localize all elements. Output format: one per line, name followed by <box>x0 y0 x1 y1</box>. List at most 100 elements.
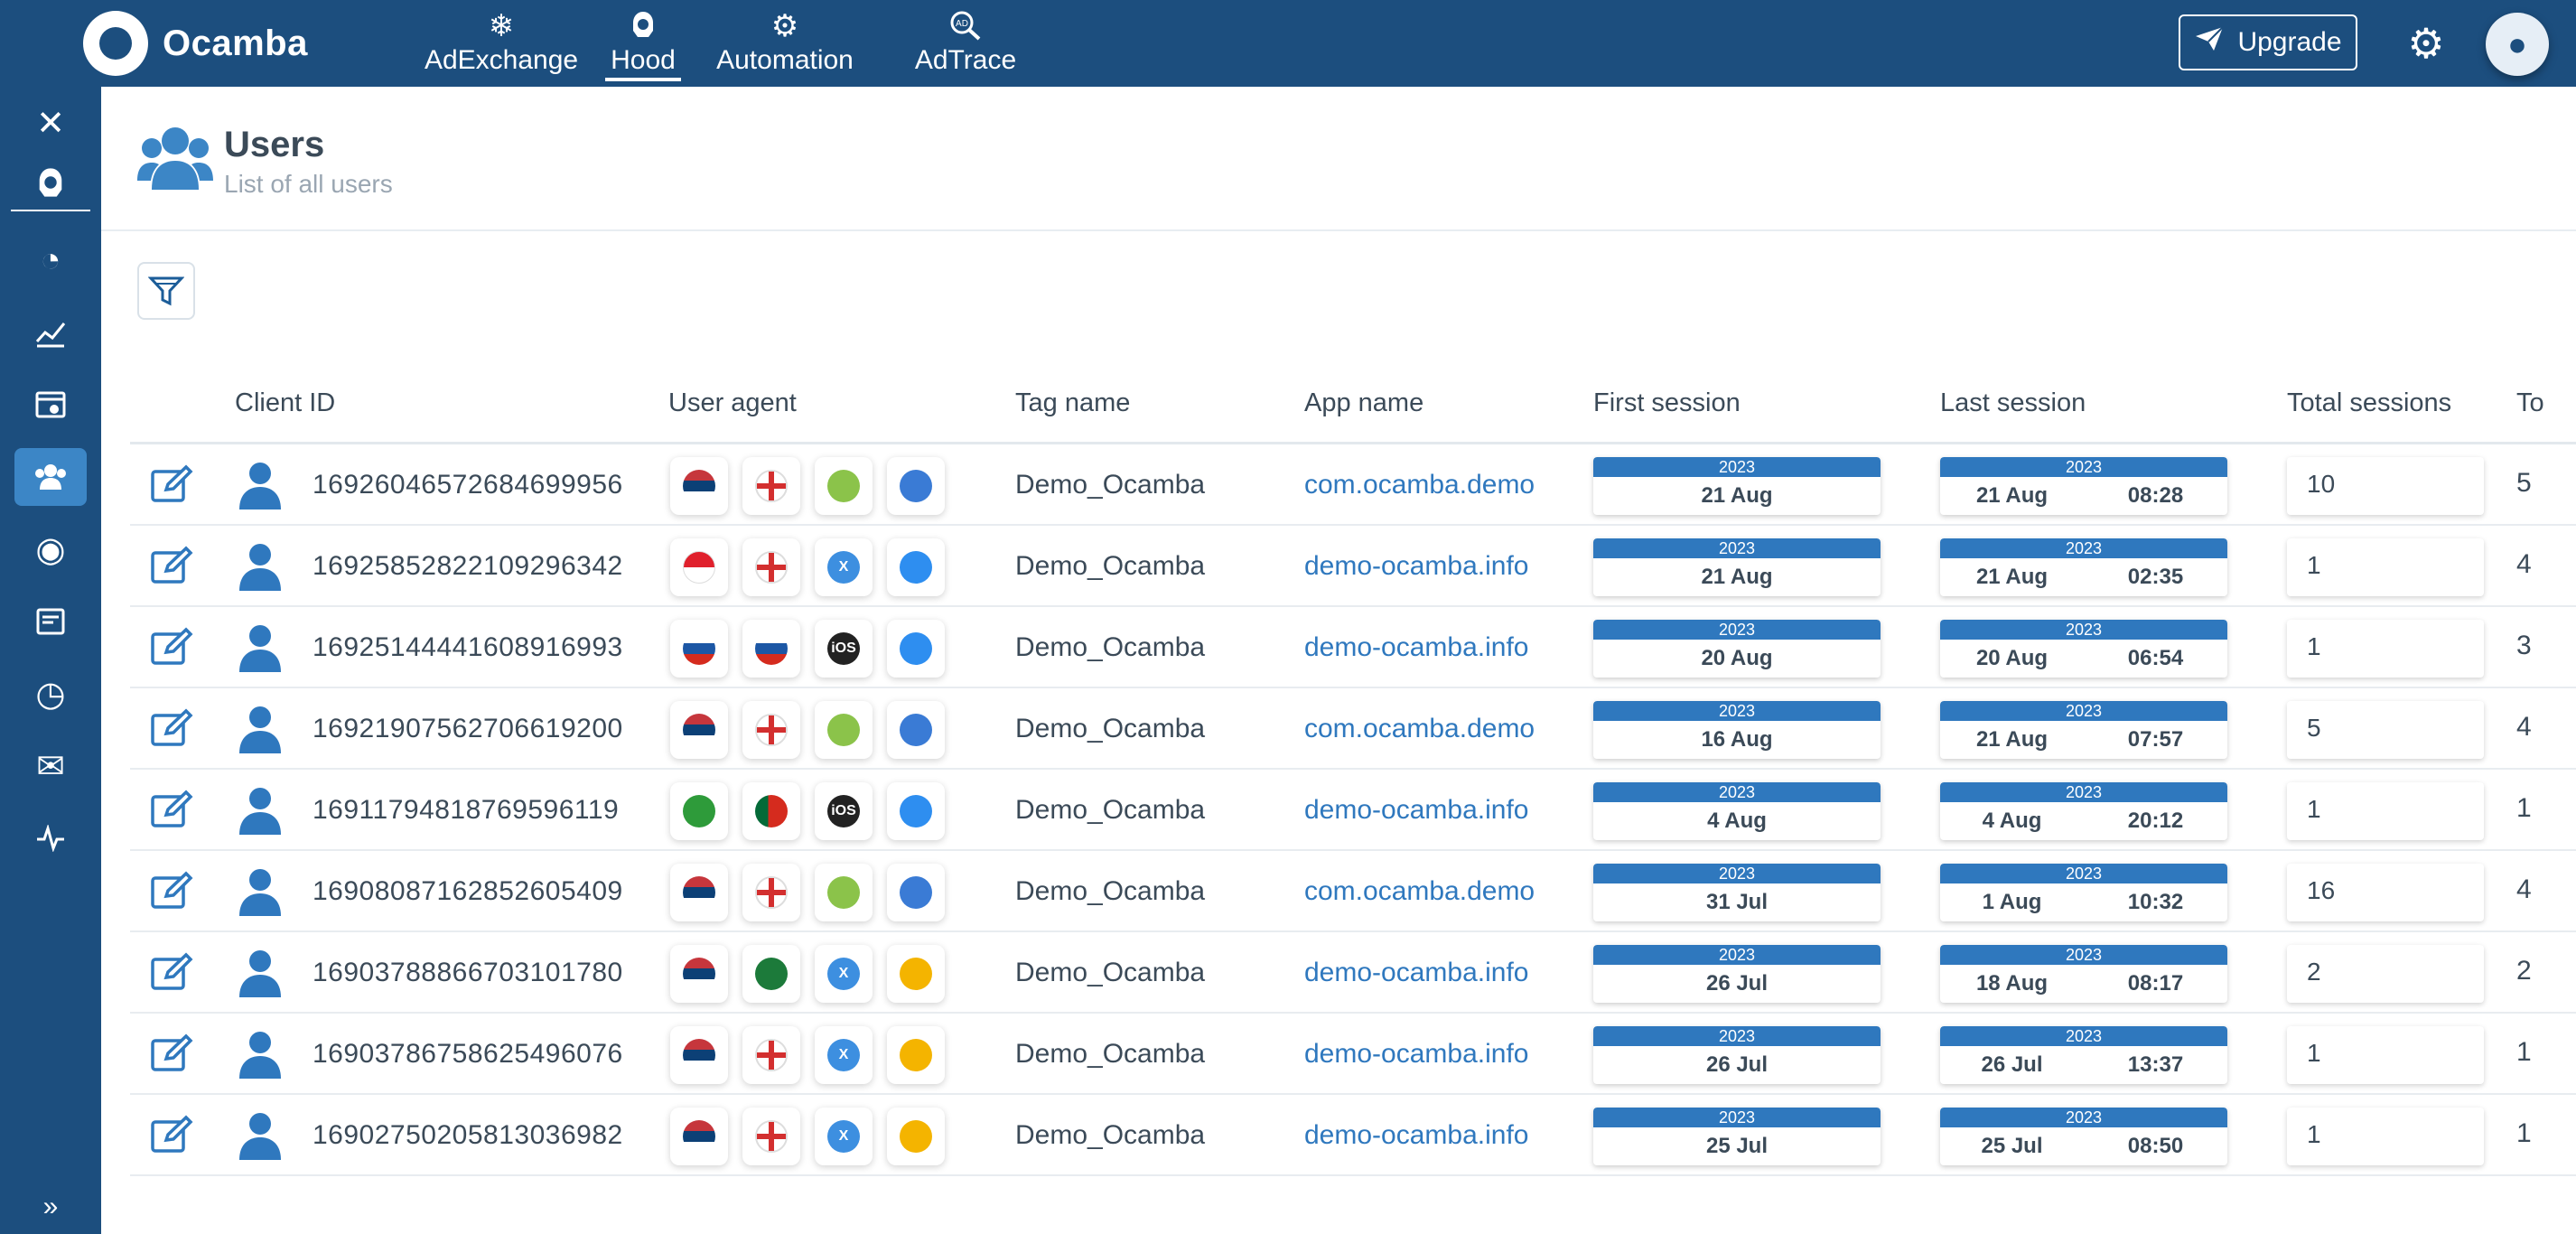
first-session-date: 26 Jul <box>1705 1052 1769 1077</box>
ua-badge <box>755 958 788 990</box>
table-row[interactable]: 16926046572684699956 Demo_Ocamba com.oca… <box>130 444 2576 526</box>
ocamba-logo-icon <box>83 11 148 76</box>
top-nav: ❄ AdExchange Hood ⚙ Automation AD AdTrac… <box>425 5 1042 81</box>
edit-icon[interactable] <box>150 871 193 911</box>
user-avatar[interactable]: ● <box>2486 13 2549 76</box>
last-session: 2023 21 Aug 08:28 <box>1940 457 2227 515</box>
segments-icon[interactable]: ◉ <box>14 520 87 578</box>
web-icon <box>887 701 945 759</box>
mail-icon[interactable]: ✉ <box>14 737 87 795</box>
edit-icon[interactable] <box>150 708 193 748</box>
ua-badge <box>683 551 715 584</box>
col-tag-name[interactable]: Tag name <box>1015 388 1130 418</box>
brand[interactable]: Ocamba <box>83 9 308 78</box>
edit-icon[interactable] <box>150 546 193 585</box>
person-icon <box>237 461 284 509</box>
last-session-time: 08:28 <box>2127 483 2184 508</box>
expand-sidebar-icon[interactable]: » <box>14 1187 87 1227</box>
edit-icon[interactable] <box>150 790 193 829</box>
table-row[interactable]: 16908087162852605409 Demo_Ocamba com.oca… <box>130 851 2576 932</box>
edit-icon[interactable] <box>150 1115 193 1155</box>
table-row[interactable]: 16902750205813036982 X Demo_Ocamba demo-… <box>130 1095 2576 1176</box>
total-sessions: 1 <box>2287 620 2484 678</box>
client-id[interactable]: 16902750205813036982 <box>313 1120 623 1151</box>
en-icon <box>742 457 800 515</box>
edit-icon[interactable] <box>150 1033 193 1073</box>
client-id[interactable]: 16925852822109296342 <box>313 551 623 582</box>
app-name-link[interactable]: com.ocamba.demo <box>1304 876 1535 907</box>
last-session-year: 2023 <box>1940 782 2227 802</box>
last-session-year: 2023 <box>1940 945 2227 965</box>
app-name-link[interactable]: demo-ocamba.info <box>1304 795 1528 826</box>
ua-badge: X <box>827 1039 860 1071</box>
client-id[interactable]: 16921907562706619200 <box>313 714 623 744</box>
tools-icon[interactable]: ✕ <box>14 94 87 152</box>
col-total-sessions[interactable]: Total sessions <box>2287 388 2451 418</box>
upgrade-button[interactable]: Upgrade <box>2179 14 2357 70</box>
edit-icon[interactable] <box>150 952 193 992</box>
hood-icon <box>628 9 658 45</box>
app-name-link[interactable]: demo-ocamba.info <box>1304 551 1528 582</box>
user-agent-icons <box>670 864 945 921</box>
app-name-link[interactable]: com.ocamba.demo <box>1304 470 1535 500</box>
hood-icon[interactable] <box>14 154 87 211</box>
tag-name: Demo_Ocamba <box>1015 470 1206 500</box>
first-session-year: 2023 <box>1593 457 1881 477</box>
table-row[interactable]: 16903788866703101780 X Demo_Ocamba demo-… <box>130 932 2576 1014</box>
table-row[interactable]: 16921907562706619200 Demo_Ocamba com.oca… <box>130 688 2576 770</box>
total-sessions: 1 <box>2287 1026 2484 1084</box>
nav-adexchange[interactable]: ❄ AdExchange <box>425 5 578 81</box>
last-session-date: 1 Aug <box>1982 890 2042 914</box>
analytics-icon[interactable] <box>14 304 87 361</box>
ua-badge <box>827 876 860 909</box>
col-app-name[interactable]: App name <box>1304 388 1423 418</box>
col-first-session[interactable]: First session <box>1593 388 1741 418</box>
table-row[interactable]: 16925144441608916993 iOS Demo_Ocamba dem… <box>130 607 2576 688</box>
app-settings-icon[interactable] <box>14 376 87 434</box>
edit-icon[interactable] <box>150 464 193 504</box>
client-id[interactable]: 16926046572684699956 <box>313 470 623 500</box>
col-last-session[interactable]: Last session <box>1940 388 2086 418</box>
client-id[interactable]: 16911794818769596119 <box>313 795 619 826</box>
nav-adtrace[interactable]: AD AdTrace <box>889 5 1042 81</box>
client-id[interactable]: 16903788866703101780 <box>313 958 623 988</box>
table-row[interactable]: 16911794818769596119 iOS Demo_Ocamba dem… <box>130 770 2576 851</box>
app-name-link[interactable]: demo-ocamba.info <box>1304 1120 1528 1151</box>
table-row[interactable]: 16903786758625496076 X Demo_Ocamba demo-… <box>130 1014 2576 1095</box>
schedule-icon[interactable]: ◷ <box>14 665 87 723</box>
ua-badge <box>755 714 788 746</box>
client-id[interactable]: 16903786758625496076 <box>313 1039 623 1070</box>
page-header: Users List of all users <box>101 87 2576 231</box>
user-agent-icons: X <box>670 538 945 596</box>
dashboard-icon[interactable]: ◔ <box>14 231 87 289</box>
gear-icon[interactable]: ⚙ <box>2401 18 2451 69</box>
app-name-link[interactable]: demo-ocamba.info <box>1304 958 1528 988</box>
ua-badge <box>827 714 860 746</box>
col-client-id[interactable]: Client ID <box>235 388 335 418</box>
first-session: 2023 26 Jul <box>1593 945 1881 1003</box>
nav-automation[interactable]: ⚙ Automation <box>708 5 862 81</box>
ua-badge <box>755 551 788 584</box>
ua-badge <box>900 958 932 990</box>
app-name-link[interactable]: demo-ocamba.info <box>1304 632 1528 663</box>
ua-badge <box>683 876 715 909</box>
app-name-link[interactable]: com.ocamba.demo <box>1304 714 1535 744</box>
chrome-icon <box>887 1026 945 1084</box>
col-user-agent[interactable]: User agent <box>668 388 797 418</box>
campaigns-icon[interactable] <box>14 593 87 650</box>
person-icon <box>237 1111 284 1160</box>
activity-icon[interactable] <box>14 809 87 867</box>
users-icon[interactable] <box>14 448 87 506</box>
ua-badge <box>827 470 860 502</box>
edit-icon[interactable] <box>150 627 193 667</box>
client-id[interactable]: 16925144441608916993 <box>313 632 623 663</box>
app-name-link[interactable]: demo-ocamba.info <box>1304 1039 1528 1070</box>
table-row[interactable]: 16925852822109296342 X Demo_Ocamba demo-… <box>130 526 2576 607</box>
first-session-date: 20 Aug <box>1701 646 1773 670</box>
client-id[interactable]: 16908087162852605409 <box>313 876 623 907</box>
tag-name: Demo_Ocamba <box>1015 876 1206 906</box>
nav-hood[interactable]: Hood <box>605 5 681 81</box>
filter-button[interactable] <box>137 262 195 320</box>
truncated-cell: 1 <box>2516 1118 2532 1148</box>
col-truncated[interactable]: To <box>2516 388 2544 418</box>
